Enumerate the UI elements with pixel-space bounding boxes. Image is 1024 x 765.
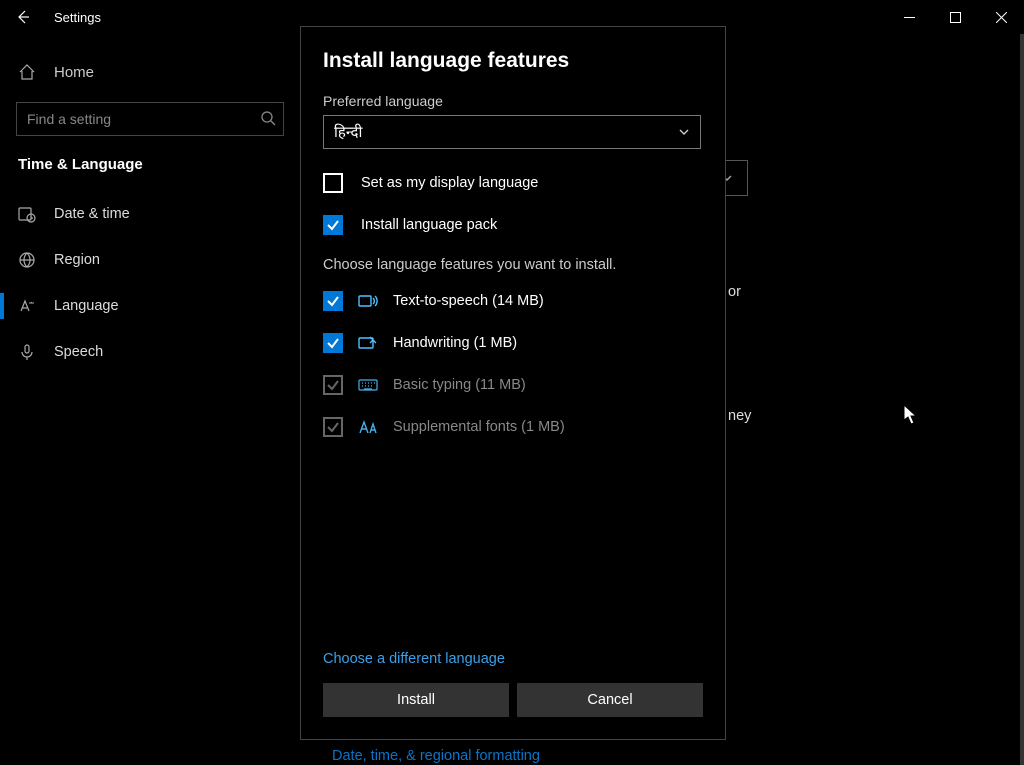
checkbox-checked[interactable] — [323, 215, 343, 235]
microphone-icon — [18, 343, 36, 361]
sidebar-item-label: Speech — [54, 344, 103, 360]
language-select[interactable]: हिन्दी — [323, 115, 701, 149]
globe-icon — [18, 251, 36, 269]
checkbox-disabled — [323, 417, 343, 437]
sidebar-item-region[interactable]: Region — [0, 237, 300, 283]
sidebar-item-label: Language — [54, 298, 119, 314]
minimize-icon — [904, 12, 915, 23]
back-button[interactable] — [0, 0, 46, 34]
maximize-button[interactable] — [932, 0, 978, 34]
window-controls — [886, 0, 1024, 34]
language-select-value: हिन्दी — [334, 122, 362, 142]
feature-tts-row[interactable]: Text-to-speech (14 MB) — [323, 291, 703, 311]
choose-different-language-link[interactable]: Choose a different language — [323, 651, 505, 667]
display-language-checkbox-row[interactable]: Set as my display language — [323, 173, 703, 193]
search-box[interactable] — [16, 102, 284, 136]
cancel-button[interactable]: Cancel — [517, 683, 703, 717]
checkbox-label: Install language pack — [361, 217, 497, 233]
close-icon — [996, 12, 1007, 23]
close-button[interactable] — [978, 0, 1024, 34]
search-input[interactable] — [16, 102, 284, 136]
window-title: Settings — [46, 10, 101, 25]
feature-label: Handwriting (1 MB) — [393, 335, 517, 351]
bg-text: or — [728, 284, 741, 300]
feature-label: Text-to-speech (14 MB) — [393, 293, 544, 309]
sidebar-item-label: Date & time — [54, 206, 130, 222]
calendar-clock-icon — [18, 205, 36, 223]
feature-handwriting-row[interactable]: Handwriting (1 MB) — [323, 333, 703, 353]
arrow-left-icon — [15, 9, 31, 25]
language-icon — [18, 297, 36, 315]
install-button[interactable]: Install — [323, 683, 509, 717]
dialog-title: Install language features — [323, 49, 703, 73]
checkbox-checked[interactable] — [323, 333, 343, 353]
install-language-dialog: Install language features Preferred lang… — [300, 26, 726, 740]
feature-label: Basic typing (11 MB) — [393, 377, 526, 393]
keyboard-icon — [357, 378, 379, 392]
preferred-language-label: Preferred language — [323, 93, 703, 109]
handwriting-icon — [357, 335, 379, 351]
sidebar: Home Time & Language Date & time Region … — [0, 34, 300, 375]
feature-fonts-row: Supplemental fonts (1 MB) — [323, 417, 703, 437]
search-icon — [260, 110, 276, 126]
feature-basic-typing-row: Basic typing (11 MB) — [323, 375, 703, 395]
home-nav[interactable]: Home — [0, 50, 300, 94]
maximize-icon — [950, 12, 961, 23]
bg-bottom-link[interactable]: Date, time, & regional formatting — [332, 748, 540, 764]
sidebar-item-date-time[interactable]: Date & time — [0, 191, 300, 237]
fonts-icon — [357, 419, 379, 435]
home-icon — [18, 63, 36, 81]
chevron-down-icon — [678, 126, 690, 138]
checkbox-checked[interactable] — [323, 291, 343, 311]
sidebar-item-speech[interactable]: Speech — [0, 329, 300, 375]
choose-features-text: Choose language features you want to ins… — [323, 257, 703, 273]
home-label: Home — [54, 64, 94, 81]
minimize-button[interactable] — [886, 0, 932, 34]
install-pack-checkbox-row[interactable]: Install language pack — [323, 215, 703, 235]
sidebar-item-language[interactable]: Language — [0, 283, 300, 329]
checkbox-disabled — [323, 375, 343, 395]
checkbox-unchecked[interactable] — [323, 173, 343, 193]
sidebar-item-label: Region — [54, 252, 100, 268]
scrollbar[interactable] — [1020, 34, 1024, 765]
checkbox-label: Set as my display language — [361, 175, 538, 191]
tts-icon — [357, 293, 379, 309]
bg-text: ney — [728, 408, 751, 424]
feature-label: Supplemental fonts (1 MB) — [393, 419, 565, 435]
section-label: Time & Language — [0, 154, 300, 191]
